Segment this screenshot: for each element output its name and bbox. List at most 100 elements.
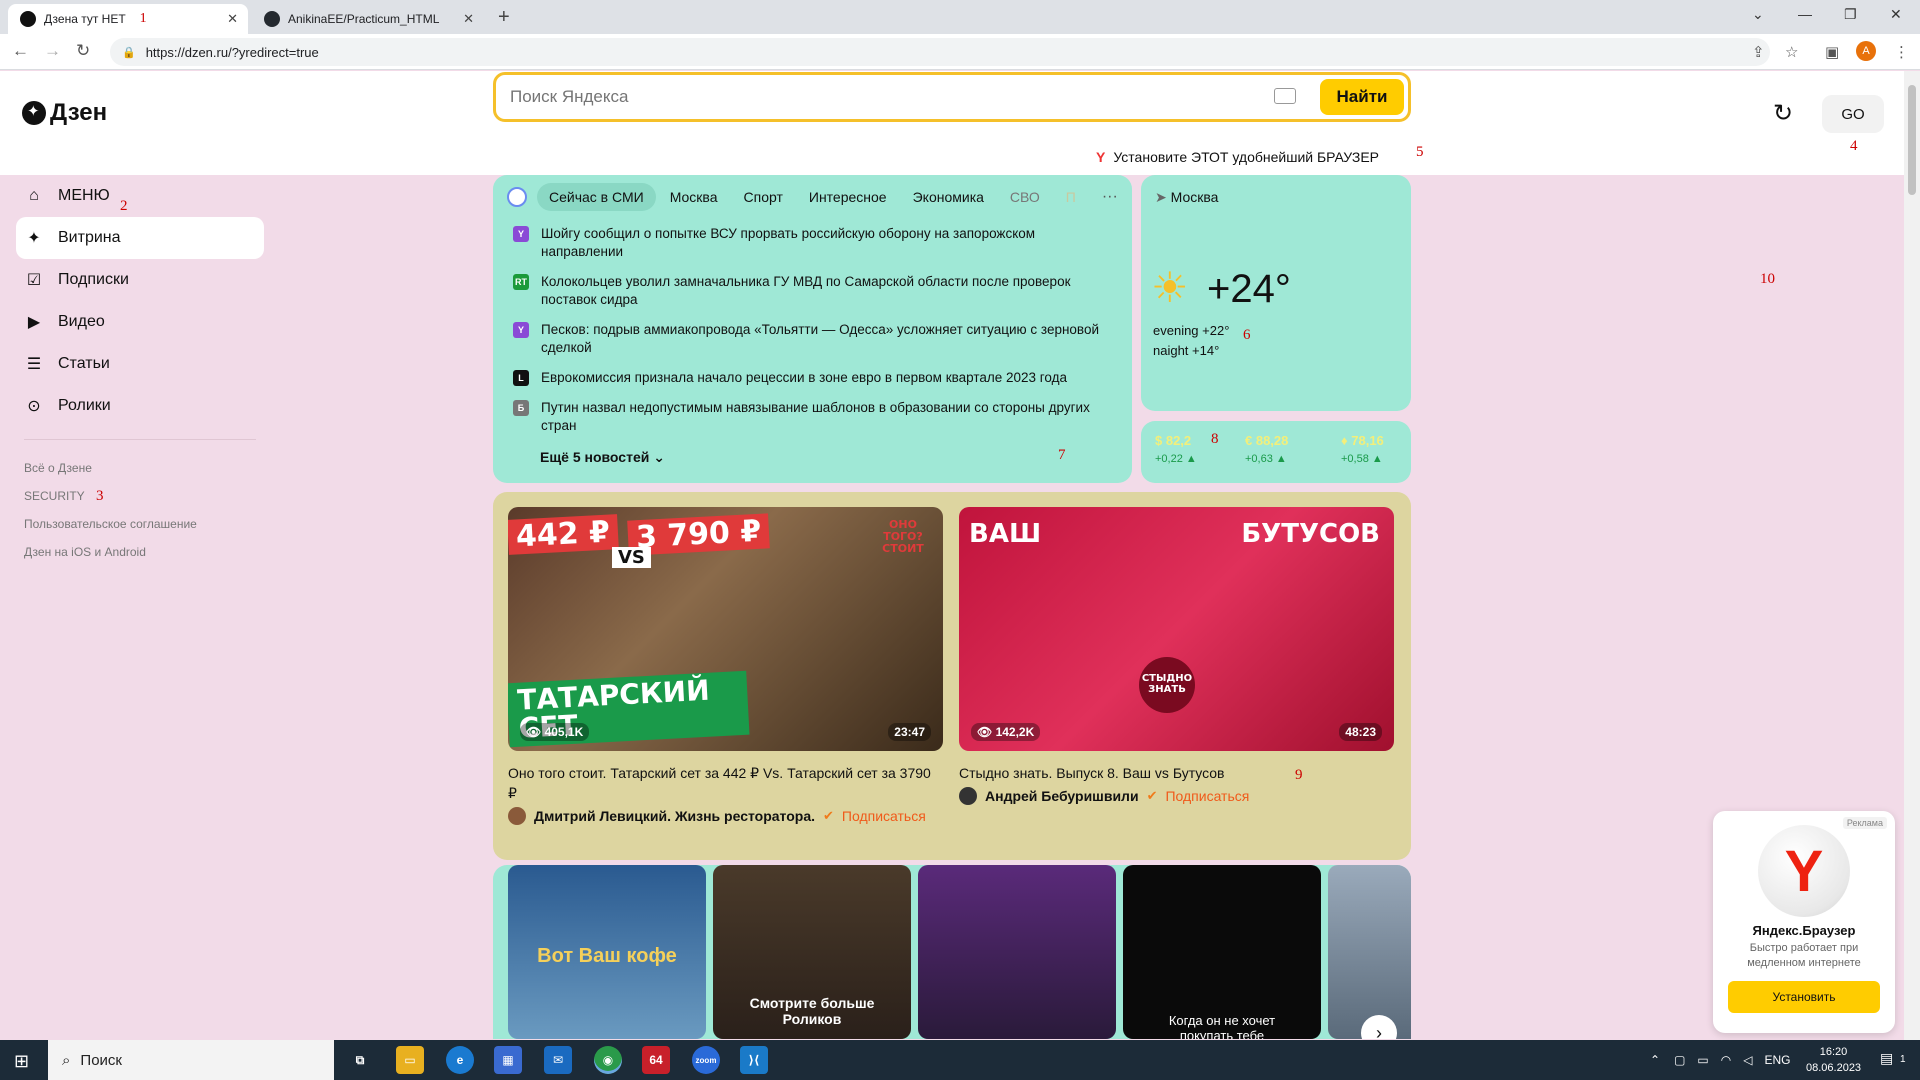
tab-moscow[interactable]: Москва bbox=[658, 183, 730, 211]
tab-svo[interactable]: СВО bbox=[998, 183, 1052, 211]
volume-icon[interactable]: ◁ bbox=[1743, 1053, 1752, 1067]
close-tab-icon[interactable]: ✕ bbox=[227, 11, 238, 27]
more-news-button[interactable]: Ещё 5 новостей ⌄ bbox=[540, 449, 665, 466]
video-title-text[interactable]: Стыдно знать. Выпуск 8. Ваш vs Бутусов bbox=[959, 765, 1225, 781]
bookmark-star-icon[interactable]: ☆ bbox=[1785, 43, 1798, 61]
clock[interactable]: 16:20 08.06.2023 bbox=[1806, 1044, 1861, 1076]
dzen-logo[interactable]: Дзен bbox=[22, 99, 107, 127]
sidebar-item-video[interactable]: ▶ Видео bbox=[16, 301, 264, 343]
page-scrollbar[interactable] bbox=[1904, 71, 1920, 1040]
store-icon[interactable]: ▦ bbox=[494, 1046, 522, 1074]
weather-widget[interactable]: ➤ Москва ☀ +24° evening +22° naight +14°… bbox=[1141, 175, 1411, 411]
video-card[interactable]: 442 ₽ 3 790 ₽ VS ОНО ТОГО? СТОИТ ТАТАРСК… bbox=[508, 507, 943, 825]
windows-start-icon[interactable]: ⊞ bbox=[14, 1051, 29, 1072]
battery-icon[interactable]: ▭ bbox=[1697, 1053, 1708, 1067]
city-name: Москва bbox=[1170, 189, 1219, 205]
go-button[interactable]: GO bbox=[1822, 95, 1884, 133]
channel-avatar[interactable] bbox=[959, 787, 977, 805]
tab-github[interactable]: AnikinaEE/Practicum_HTML ✕ bbox=[252, 4, 484, 34]
tray-chevron-icon[interactable]: ⌃ bbox=[1650, 1053, 1660, 1067]
sidebar-item-vitrina[interactable]: ✦ Витрина bbox=[16, 217, 264, 259]
install-button[interactable]: Установить bbox=[1728, 981, 1880, 1013]
subscribe-button[interactable]: Подписаться bbox=[1165, 788, 1249, 804]
short-card[interactable] bbox=[1328, 865, 1411, 1039]
minimize-icon[interactable]: — bbox=[1798, 6, 1812, 22]
ad-title: Яндекс.Браузер bbox=[1752, 923, 1856, 938]
mail-icon[interactable]: ✉ bbox=[544, 1046, 572, 1074]
short-card[interactable]: Вот Ваш кофе bbox=[508, 865, 706, 1039]
side-panel-icon[interactable]: ▣ bbox=[1825, 43, 1839, 61]
back-icon[interactable]: ← bbox=[12, 41, 29, 61]
tab-sport[interactable]: Спорт bbox=[732, 183, 795, 211]
task-view-icon[interactable]: ⧉ bbox=[346, 1046, 374, 1074]
link-terms[interactable]: Пользовательское соглашение bbox=[16, 510, 264, 538]
maximize-icon[interactable]: ❐ bbox=[1844, 6, 1857, 23]
notifications-icon[interactable]: ▤ bbox=[1880, 1050, 1893, 1067]
close-window-icon[interactable]: ✕ bbox=[1890, 6, 1902, 23]
browser-promo[interactable]: Y Установите ЭТОТ удобнейший БРАУЗЕР bbox=[1096, 149, 1379, 165]
sidebar-item-label: МЕНЮ bbox=[58, 187, 110, 204]
tab-truncated[interactable]: П bbox=[1054, 183, 1088, 211]
video-card[interactable]: ВАШ БУТУСОВ СТЫДНО ЗНАТЬ 👁 142,2K 48:23 … bbox=[959, 507, 1394, 805]
tab-now-in-media[interactable]: Сейчас в СМИ bbox=[537, 183, 656, 211]
forward-icon[interactable]: → bbox=[44, 41, 61, 61]
link-about[interactable]: Всё о Дзене bbox=[16, 454, 264, 482]
ad-banner[interactable]: Реклама Y Яндекс.Браузер Быстро работает… bbox=[1713, 811, 1895, 1033]
sidebar-item-shorts[interactable]: ⊙ Ролики bbox=[16, 385, 264, 427]
news-item[interactable]: L Еврокомиссия признала начало рецессии … bbox=[513, 369, 1103, 387]
app-64-icon[interactable]: 64 bbox=[642, 1046, 670, 1074]
short-card[interactable]: Когда он не хочет покупать тебе bbox=[1123, 865, 1321, 1039]
profile-avatar[interactable]: A bbox=[1856, 41, 1876, 61]
channel-name[interactable]: Дмитрий Левицкий. Жизнь ресторатора. bbox=[534, 808, 815, 824]
scrollbar-thumb[interactable] bbox=[1908, 85, 1916, 195]
search-input[interactable] bbox=[496, 87, 1256, 107]
system-tray: ⌃ ▢ ▭ ◠ ◁ ENG bbox=[1650, 1040, 1790, 1080]
vscode-icon[interactable]: ⟩⟨ bbox=[740, 1046, 768, 1074]
sidebar-item-menu[interactable]: ⌂ МЕНЮ 2 bbox=[16, 175, 264, 217]
close-tab-icon[interactable]: ✕ bbox=[463, 11, 474, 27]
currency-widget[interactable]: $ 82,2 +0,22 ▲ 8 € 88,28 +0,63 ▲ ♦ 78,16… bbox=[1141, 421, 1411, 483]
new-tab-icon[interactable]: + bbox=[498, 6, 510, 29]
news-item[interactable]: Y Песков: подрыв аммиакопровода «Тольятт… bbox=[513, 321, 1103, 357]
news-item[interactable]: RT Колокольцев уволил замначальника ГУ М… bbox=[513, 273, 1103, 309]
sidebar-item-subscriptions[interactable]: ☑ Подписки bbox=[16, 259, 264, 301]
file-explorer-icon[interactable]: ▭ bbox=[396, 1046, 424, 1074]
keyboard-icon[interactable] bbox=[1274, 88, 1296, 104]
tab-dzen[interactable]: Дзена тут НЕТ 1 ✕ bbox=[8, 4, 248, 34]
sidebar-item-articles[interactable]: ☰ Статьи bbox=[16, 343, 264, 385]
language-indicator[interactable]: ENG bbox=[1764, 1053, 1790, 1067]
share-icon[interactable]: ⇪ bbox=[1752, 43, 1765, 61]
taskbar-search[interactable]: ⌕ Поиск bbox=[48, 1040, 334, 1080]
wifi-icon[interactable]: ◠ bbox=[1721, 1053, 1731, 1067]
video-thumbnail[interactable]: 442 ₽ 3 790 ₽ VS ОНО ТОГО? СТОИТ ТАТАРСК… bbox=[508, 507, 943, 751]
sparkle-icon: ✦ bbox=[27, 230, 41, 247]
meet-icon[interactable]: ▢ bbox=[1674, 1053, 1685, 1067]
short-card[interactable]: Смотрите больше Роликов bbox=[713, 865, 911, 1039]
channel-name[interactable]: Андрей Бебуришвили bbox=[985, 788, 1139, 804]
tab-interesting[interactable]: Интересное bbox=[797, 183, 899, 211]
video-thumbnail[interactable]: ВАШ БУТУСОВ СТЫДНО ЗНАТЬ 👁 142,2K 48:23 bbox=[959, 507, 1394, 751]
more-tabs-icon[interactable]: ··· bbox=[1102, 188, 1118, 206]
channel-avatar[interactable] bbox=[508, 807, 526, 825]
zoom-icon[interactable]: zoom bbox=[692, 1046, 720, 1074]
chrome-icon[interactable]: ◉ bbox=[594, 1046, 622, 1074]
menu-kebab-icon[interactable]: ⋮ bbox=[1894, 43, 1909, 61]
short-caption: Вот Ваш кофе bbox=[537, 945, 677, 967]
tab-search-icon[interactable]: ⌄ bbox=[1752, 6, 1764, 23]
thumb-title-left: ВАШ bbox=[969, 519, 1042, 549]
refresh-icon[interactable]: ↻ bbox=[1773, 99, 1793, 128]
reload-icon[interactable]: ↻ bbox=[76, 41, 90, 61]
search-button[interactable]: Найти bbox=[1320, 79, 1404, 115]
video-title[interactable]: Оно того стоит. Татарский сет за 442 ₽ V… bbox=[508, 763, 943, 803]
news-headline: Путин назвал недопустимым навязывание ша… bbox=[541, 400, 1090, 433]
tab-economy[interactable]: Экономика bbox=[901, 183, 996, 211]
annotation-marker-5: 5 bbox=[1416, 144, 1424, 160]
edge-icon[interactable]: e bbox=[446, 1046, 474, 1074]
news-item[interactable]: Y Шойгу сообщил о попытке ВСУ прорвать р… bbox=[513, 225, 1103, 261]
link-apps[interactable]: Дзен на iOS и Android bbox=[16, 538, 264, 566]
news-item[interactable]: Б Путин назвал недопустимым навязывание … bbox=[513, 399, 1103, 435]
link-security[interactable]: SECURITY 3 bbox=[16, 482, 264, 510]
subscribe-button[interactable]: Подписаться bbox=[842, 808, 926, 824]
short-card[interactable] bbox=[918, 865, 1116, 1039]
address-bar[interactable]: 🔒 https://dzen.ru/?yredirect=true bbox=[110, 38, 1770, 66]
